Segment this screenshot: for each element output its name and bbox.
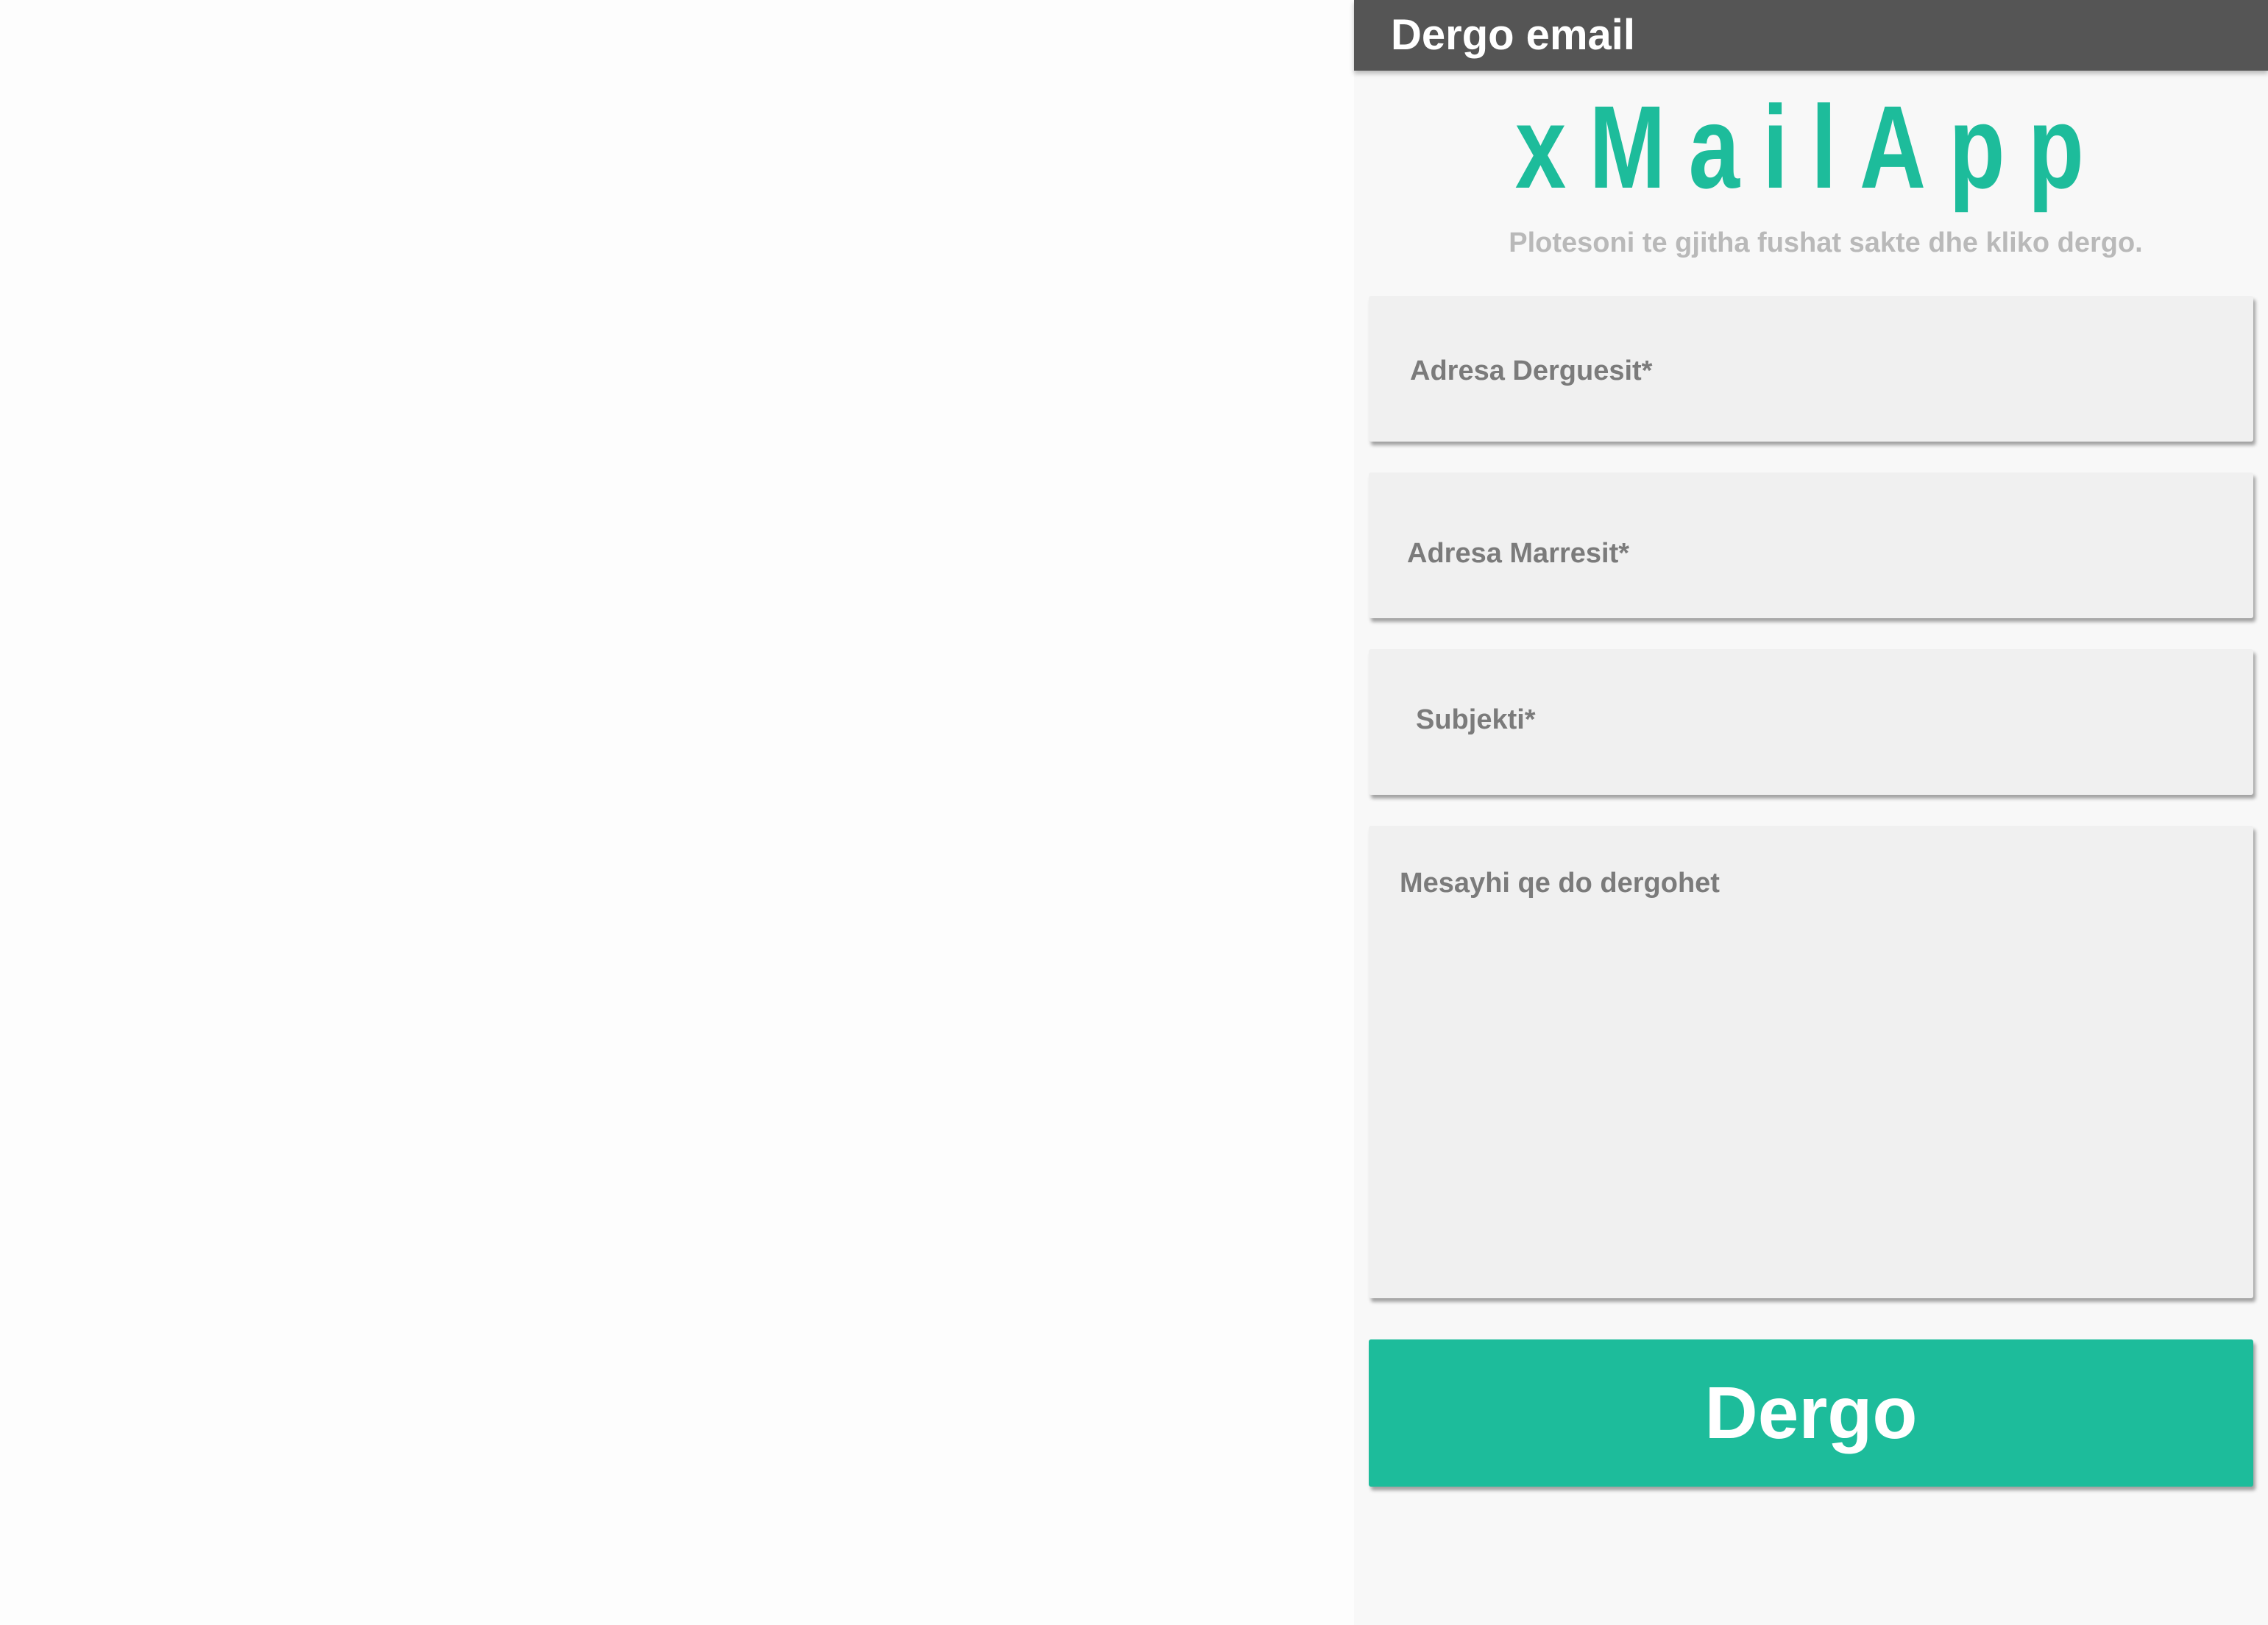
recipient-address-field[interactable]: Adresa Marresit* xyxy=(1369,472,2253,618)
message-placeholder: Mesayhi qe do dergohet xyxy=(1400,868,1720,899)
sender-address-placeholder: Adresa Derguesit* xyxy=(1410,355,1653,386)
app-logo: xMailApp xyxy=(1514,81,2108,213)
sender-address-field[interactable]: Adresa Derguesit* xyxy=(1369,296,2253,442)
instructions-text: Plotesoni te gjitha fushat sakte dhe kli… xyxy=(1509,227,2143,258)
email-panel: Dergo email xMailApp Plotesoni te gjitha… xyxy=(1354,0,2268,1625)
page-title: Dergo email xyxy=(1391,11,1635,59)
subject-field[interactable]: Subjekti* xyxy=(1369,649,2253,795)
title-bar: Dergo email xyxy=(1354,0,2268,71)
subject-placeholder: Subjekti* xyxy=(1416,704,1536,735)
message-textarea[interactable]: Mesayhi qe do dergohet xyxy=(1369,826,2253,1298)
recipient-address-placeholder: Adresa Marresit* xyxy=(1407,538,1630,569)
send-button[interactable]: Dergo xyxy=(1369,1339,2253,1487)
empty-left-area xyxy=(0,0,1354,1625)
